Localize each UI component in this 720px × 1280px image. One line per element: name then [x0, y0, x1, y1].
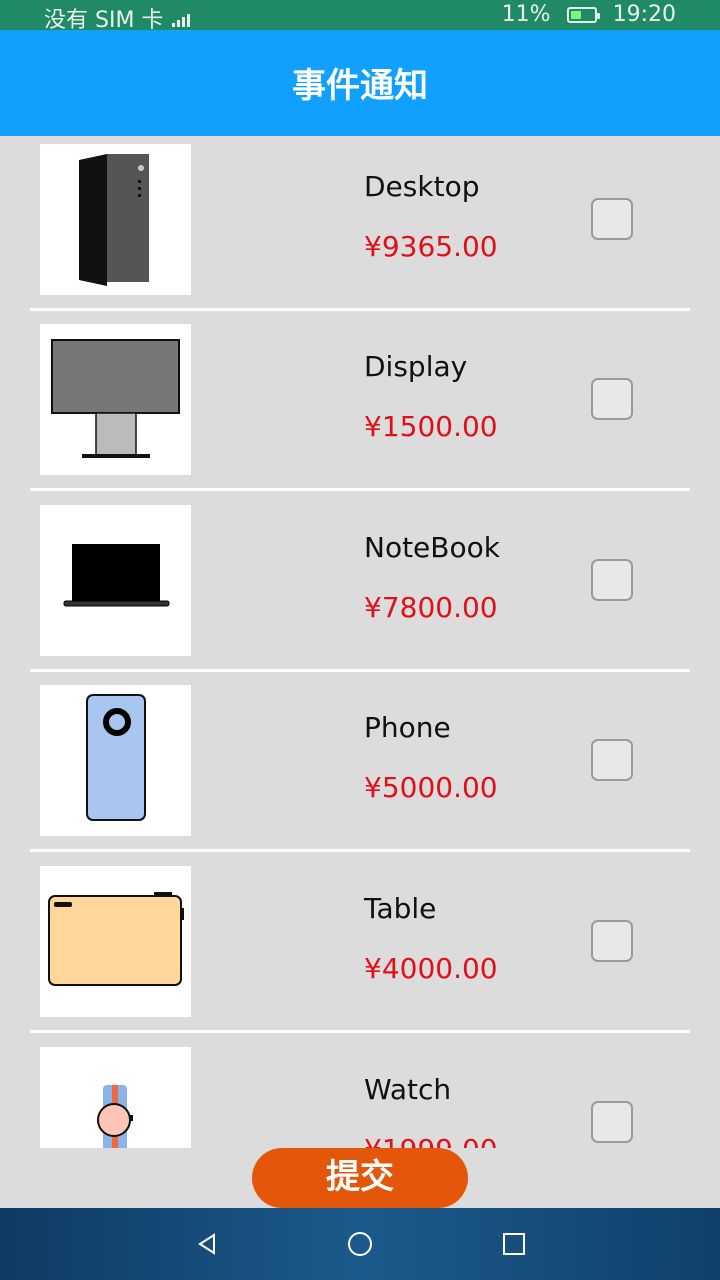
tablet-icon — [40, 866, 191, 1017]
item-price: ¥1999.00 — [364, 1133, 498, 1148]
item-checkbox[interactable] — [591, 198, 633, 240]
back-icon[interactable] — [190, 1226, 226, 1262]
item-checkbox[interactable] — [591, 1101, 633, 1143]
status-right: 11% 19:20 — [502, 2, 676, 27]
list-item: NoteBook ¥7800.00 — [0, 497, 720, 677]
watch-icon — [40, 1047, 191, 1148]
phone-icon — [40, 685, 191, 836]
list-item: Desktop ¥9365.00 — [0, 136, 720, 316]
clock: 19:20 — [612, 2, 676, 27]
battery-percent: 11% — [501, 2, 551, 27]
status-bar: 没有 SIM 卡 11% 19:20 — [0, 0, 720, 33]
item-name: Desktop — [364, 170, 480, 203]
home-icon[interactable] — [342, 1226, 378, 1262]
app-bar: 事件通知 — [0, 30, 720, 136]
divider — [30, 488, 690, 491]
item-name: Watch — [364, 1073, 452, 1106]
item-name: NoteBook — [364, 531, 500, 564]
item-name: Table — [364, 892, 437, 925]
divider — [30, 849, 690, 852]
item-checkbox[interactable] — [591, 559, 633, 601]
page-title: 事件通知 — [292, 66, 428, 106]
divider — [30, 308, 690, 311]
product-list[interactable]: Desktop ¥9365.00 Display ¥1500.00 NoteBo… — [0, 136, 720, 1148]
recents-icon[interactable] — [496, 1226, 532, 1262]
screen: 没有 SIM 卡 11% 19:20 事件通知 Desktop ¥9365.00… — [0, 0, 720, 1280]
item-price: ¥9365.00 — [364, 230, 498, 263]
item-checkbox[interactable] — [591, 920, 633, 962]
list-item: Phone ¥5000.00 — [0, 677, 720, 857]
navigation-bar — [0, 1208, 720, 1280]
item-name: Phone — [364, 711, 451, 744]
signal-icon — [170, 11, 192, 27]
list-item: Watch ¥1999.00 — [0, 1039, 720, 1148]
item-price: ¥5000.00 — [364, 771, 498, 804]
item-price: ¥7800.00 — [364, 591, 498, 624]
notebook-icon — [40, 505, 191, 656]
item-checkbox[interactable] — [591, 378, 633, 420]
item-name: Display — [364, 350, 468, 383]
item-checkbox[interactable] — [591, 739, 633, 781]
item-price: ¥4000.00 — [364, 952, 498, 985]
item-price: ¥1500.00 — [364, 410, 498, 443]
desktop-icon — [40, 144, 191, 295]
submit-button[interactable]: 提交 — [252, 1148, 468, 1208]
divider — [30, 669, 690, 672]
battery-icon — [566, 6, 600, 23]
list-item: Display ¥1500.00 — [0, 316, 720, 496]
display-icon — [40, 324, 191, 475]
divider — [30, 1030, 690, 1033]
list-item: Table ¥4000.00 — [0, 858, 720, 1038]
